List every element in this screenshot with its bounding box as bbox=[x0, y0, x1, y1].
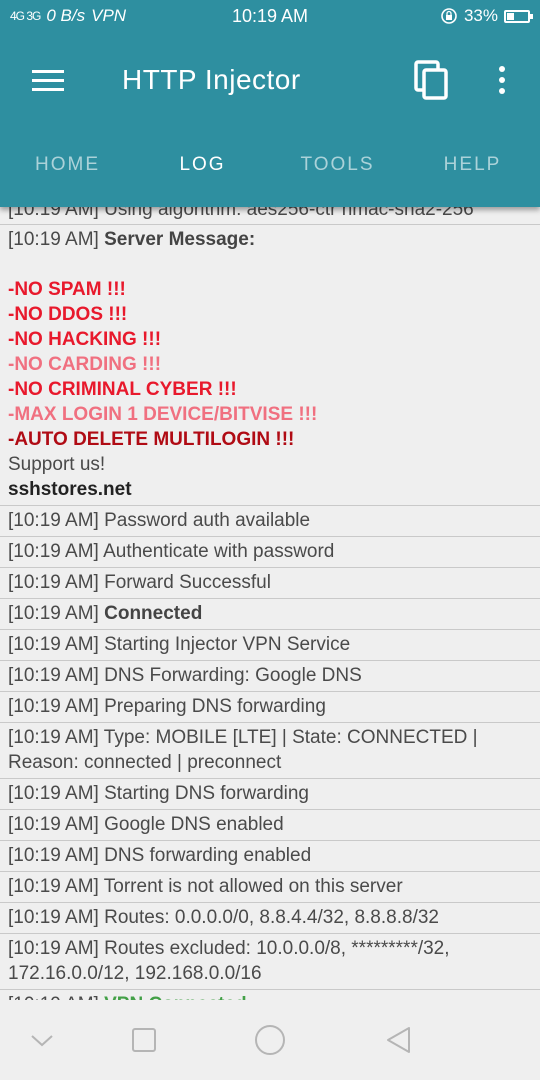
log-entry: [10:19 AM] Authenticate with password bbox=[0, 537, 540, 568]
log-time: [10:19 AM] bbox=[8, 814, 99, 835]
rule-line: -NO DDOS !!! bbox=[8, 304, 128, 325]
log-time: [10:19 AM] bbox=[8, 696, 99, 717]
log-text: Google DNS enabled bbox=[104, 814, 284, 835]
tab-bar: HOME LOG TOOLS HELP bbox=[0, 128, 540, 207]
hamburger-menu-icon[interactable] bbox=[32, 70, 64, 92]
app-bar: 4G 3G 0 B/s VPN 10:19 AM 33% HTTP Inject… bbox=[0, 0, 540, 207]
log-time: [10:19 AM] bbox=[8, 229, 99, 250]
log-entries: [10:19 AM] Password auth available [10:19… bbox=[0, 506, 540, 1021]
log-text: Starting DNS forwarding bbox=[104, 783, 309, 804]
log-text: DNS Forwarding: Google DNS bbox=[104, 665, 362, 686]
tab-tools[interactable]: TOOLS bbox=[270, 128, 405, 207]
log-entry: [10:19 AM] Connected bbox=[0, 599, 540, 630]
log-entry: [10:19 AM] Routes excluded: 10.0.0.0/8, … bbox=[0, 934, 540, 990]
chevron-down-icon[interactable] bbox=[22, 1020, 62, 1060]
log-entry: [10:19 AM] Type: MOBILE [LTE] | State: C… bbox=[0, 723, 540, 779]
battery-icon bbox=[504, 9, 533, 23]
tab-help[interactable]: HELP bbox=[405, 128, 540, 207]
log-text: Password auth available bbox=[104, 510, 311, 531]
log-time: [10:19 AM] bbox=[8, 727, 99, 748]
toolbar: HTTP Injector bbox=[0, 32, 540, 128]
log-time: [10:19 AM] bbox=[8, 938, 99, 959]
log-time: [10:19 AM] bbox=[8, 634, 99, 655]
circle-icon[interactable] bbox=[250, 1020, 290, 1060]
log-time: [10:19 AM] bbox=[8, 876, 99, 897]
server-message-entry: [10:19 AM] Server Message: -NO SPAM !!! … bbox=[0, 225, 540, 506]
navigation-bar bbox=[0, 1000, 540, 1080]
copy-icon[interactable] bbox=[414, 60, 450, 102]
rule-line: -NO CRIMINAL CYBER !!! bbox=[8, 379, 237, 400]
log-entry: [10:19 AM] Google DNS enabled bbox=[0, 810, 540, 841]
log-entry: [10:19 AM] Starting Injector VPN Service bbox=[0, 630, 540, 661]
log-time: [10:19 AM] bbox=[8, 907, 99, 928]
log-entry: [10:19 AM] Starting DNS forwarding bbox=[0, 779, 540, 810]
rule-line: -NO SPAM !!! bbox=[8, 279, 126, 300]
log-time: [10:19 AM] bbox=[8, 845, 99, 866]
rule-line: -AUTO DELETE MULTILOGIN !!! bbox=[8, 429, 295, 450]
log-time: [10:19 AM] bbox=[8, 603, 99, 624]
log-list[interactable]: [10:19 AM] Using algorithm: aes256-ctr h… bbox=[0, 195, 540, 1021]
log-text: Routes: 0.0.0.0/0, 8.8.4.4/32, 8.8.8.8/3… bbox=[104, 907, 439, 928]
log-entry: [10:19 AM] DNS forwarding enabled bbox=[0, 841, 540, 872]
rule-line: -NO CARDING !!! bbox=[8, 354, 162, 375]
log-text: Torrent is not allowed on this server bbox=[103, 876, 403, 897]
log-time: [10:19 AM] bbox=[8, 572, 99, 593]
server-message-label: Server Message: bbox=[104, 229, 256, 250]
log-time: [10:19 AM] bbox=[8, 783, 99, 804]
log-entry: [10:19 AM] Routes: 0.0.0.0/0, 8.8.4.4/32… bbox=[0, 903, 540, 934]
log-entry: [10:19 AM] Password auth available bbox=[0, 506, 540, 537]
support-text: Support us! bbox=[8, 454, 106, 475]
triangle-back-icon[interactable] bbox=[378, 1020, 418, 1060]
log-text: Authenticate with password bbox=[103, 541, 335, 562]
log-entry: [10:19 AM] Preparing DNS forwarding bbox=[0, 692, 540, 723]
tab-log[interactable]: LOG bbox=[135, 128, 270, 207]
status-bar: 4G 3G 0 B/s VPN 10:19 AM 33% bbox=[0, 0, 540, 32]
log-text: Connected bbox=[104, 603, 203, 624]
tab-indicator bbox=[135, 204, 270, 207]
rule-line: -NO HACKING !!! bbox=[8, 329, 162, 350]
rule-line: -MAX LOGIN 1 DEVICE/BITVISE !!! bbox=[8, 404, 318, 425]
log-entry: [10:19 AM] Forward Successful bbox=[0, 568, 540, 599]
more-vert-icon[interactable] bbox=[496, 66, 508, 98]
app-title: HTTP Injector bbox=[122, 64, 301, 95]
log-time: [10:19 AM] bbox=[8, 665, 99, 686]
log-entry: [10:19 AM] Torrent is not allowed on thi… bbox=[0, 872, 540, 903]
log-text: DNS forwarding enabled bbox=[104, 845, 312, 866]
site-text: sshstores.net bbox=[8, 479, 132, 500]
log-text: Preparing DNS forwarding bbox=[104, 696, 326, 717]
tab-home[interactable]: HOME bbox=[0, 128, 135, 207]
square-icon[interactable] bbox=[124, 1020, 164, 1060]
status-time: 10:19 AM bbox=[231, 5, 309, 26]
log-entry: [10:19 AM] DNS Forwarding: Google DNS bbox=[0, 661, 540, 692]
log-text: Forward Successful bbox=[104, 572, 271, 593]
log-time: [10:19 AM] bbox=[8, 541, 99, 562]
log-time: [10:19 AM] bbox=[8, 510, 99, 531]
log-text: Starting Injector VPN Service bbox=[104, 634, 351, 655]
